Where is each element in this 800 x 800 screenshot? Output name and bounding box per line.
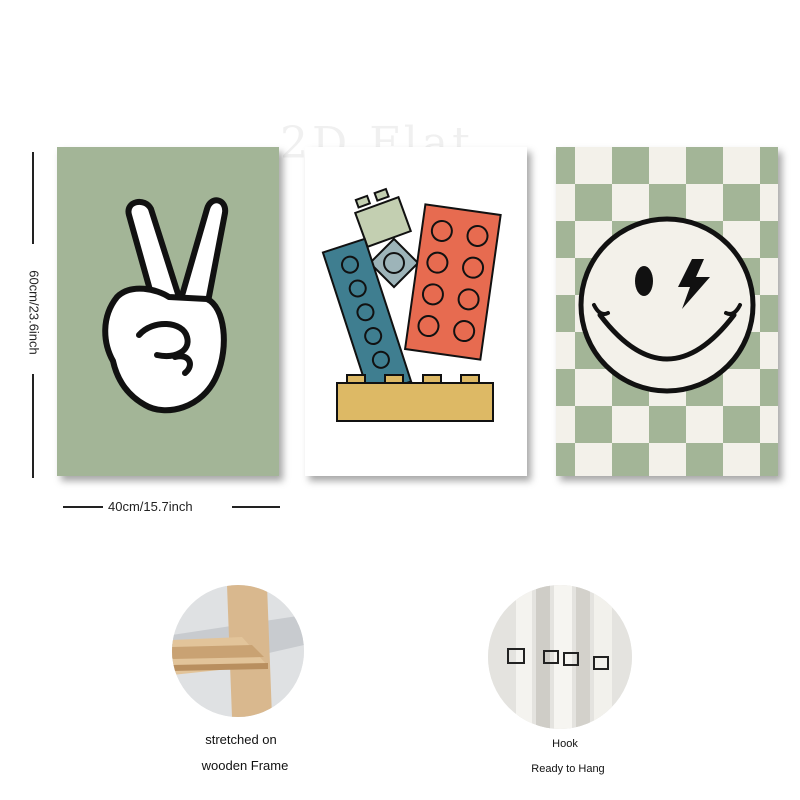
wooden-frame-icon [172, 585, 304, 717]
poster-building-blocks [305, 147, 527, 476]
peace-hand-icon [102, 197, 229, 414]
hook-icon [488, 585, 632, 729]
wooden-frame-caption-line2: wooden Frame [201, 758, 289, 773]
height-dimension-label: 60cm/23.6inch [26, 270, 42, 355]
wooden-frame-photo [172, 585, 304, 717]
lightning-smiley-icon [556, 147, 778, 476]
hook-caption-line1: Hook [552, 738, 578, 750]
width-dimension-line-right [232, 506, 280, 508]
height-dimension-line-bottom [32, 374, 34, 478]
hook-caption-line2: Ready to Hang [531, 763, 605, 775]
wooden-frame-caption-line1: stretched on [205, 732, 277, 747]
toy-bricks-icon [321, 187, 502, 422]
width-dimension-line-left [63, 506, 103, 508]
hook-photo [488, 585, 632, 729]
width-dimension-label: 40cm/15.7inch [108, 499, 193, 514]
poster-smiley-checker [556, 147, 778, 476]
height-dimension-line-top [32, 152, 34, 244]
poster-peace-hand [57, 147, 279, 476]
